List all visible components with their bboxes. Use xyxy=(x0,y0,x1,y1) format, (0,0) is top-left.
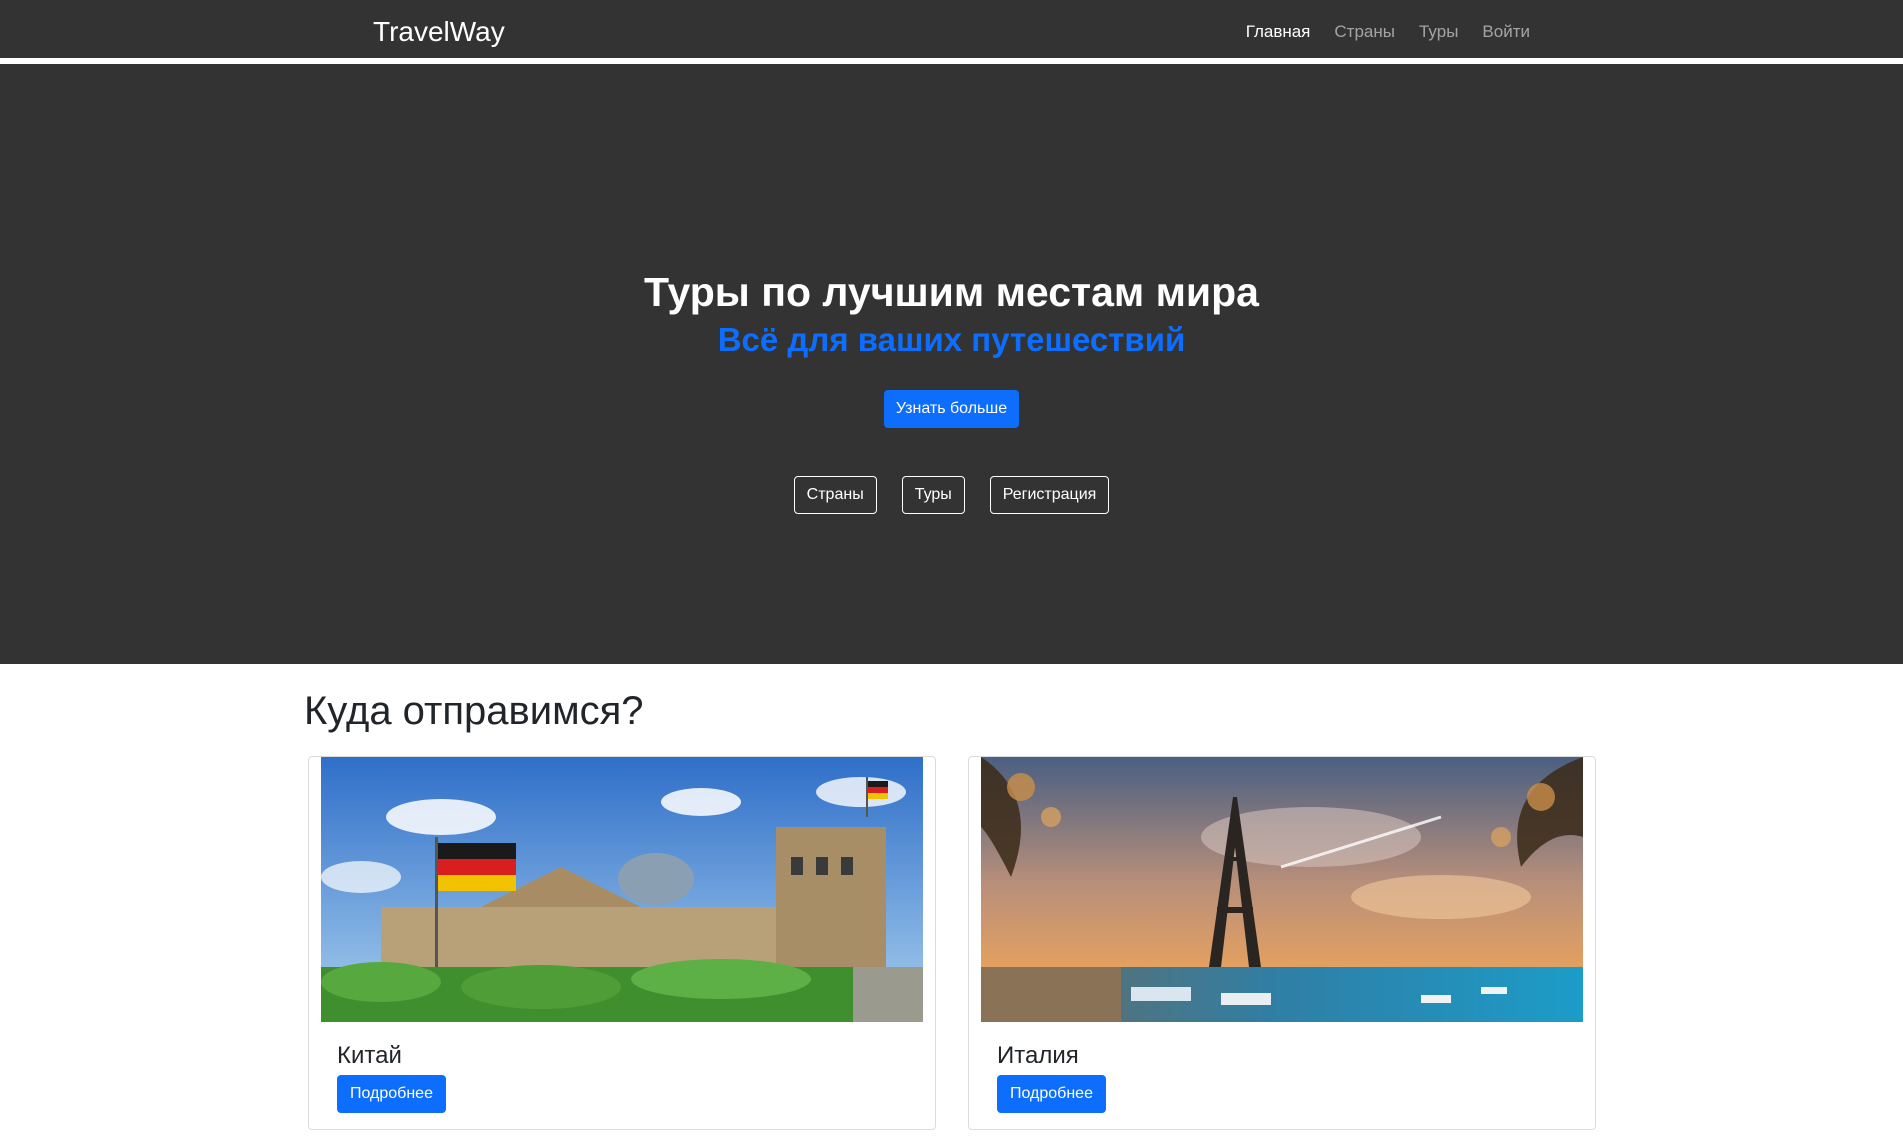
hero-section: Туры по лучшим местам мира Всё для ваших… xyxy=(0,64,1903,664)
nav-link-countries[interactable]: Страны xyxy=(1334,21,1395,43)
countries-button[interactable]: Страны xyxy=(793,476,877,514)
brand-logo[interactable]: TravelWay xyxy=(373,15,505,49)
learn-more-button[interactable]: Узнать больше xyxy=(884,390,1019,428)
nav-menu: Главная Страны Туры Войти xyxy=(1246,21,1530,43)
nav-link-login[interactable]: Войти xyxy=(1482,21,1530,43)
hero-links: Страны Туры Регистрация xyxy=(0,476,1903,514)
destination-image xyxy=(321,757,923,1022)
nav-link-tours[interactable]: Туры xyxy=(1419,21,1458,43)
hero-title: Туры по лучшим местам мира xyxy=(644,269,1259,315)
card-title: Италия xyxy=(997,1042,1079,1069)
nav-link-home[interactable]: Главная xyxy=(1246,21,1311,43)
hero-subtitle: Всё для ваших путешествий xyxy=(717,321,1186,358)
details-button[interactable]: Подробнее xyxy=(997,1075,1106,1113)
tours-button[interactable]: Туры xyxy=(901,476,965,514)
details-button[interactable]: Подробнее xyxy=(337,1075,446,1113)
navbar: TravelWay Главная Страны Туры Войти xyxy=(0,0,1903,61)
destination-card: Италия Подробнее xyxy=(968,756,1596,1130)
destinations-title: Куда отправимся? xyxy=(304,689,644,733)
card-title: Китай xyxy=(337,1042,402,1069)
destination-image xyxy=(981,757,1583,1022)
register-button[interactable]: Регистрация xyxy=(989,476,1110,514)
destination-card: Китай Подробнее xyxy=(308,756,936,1130)
